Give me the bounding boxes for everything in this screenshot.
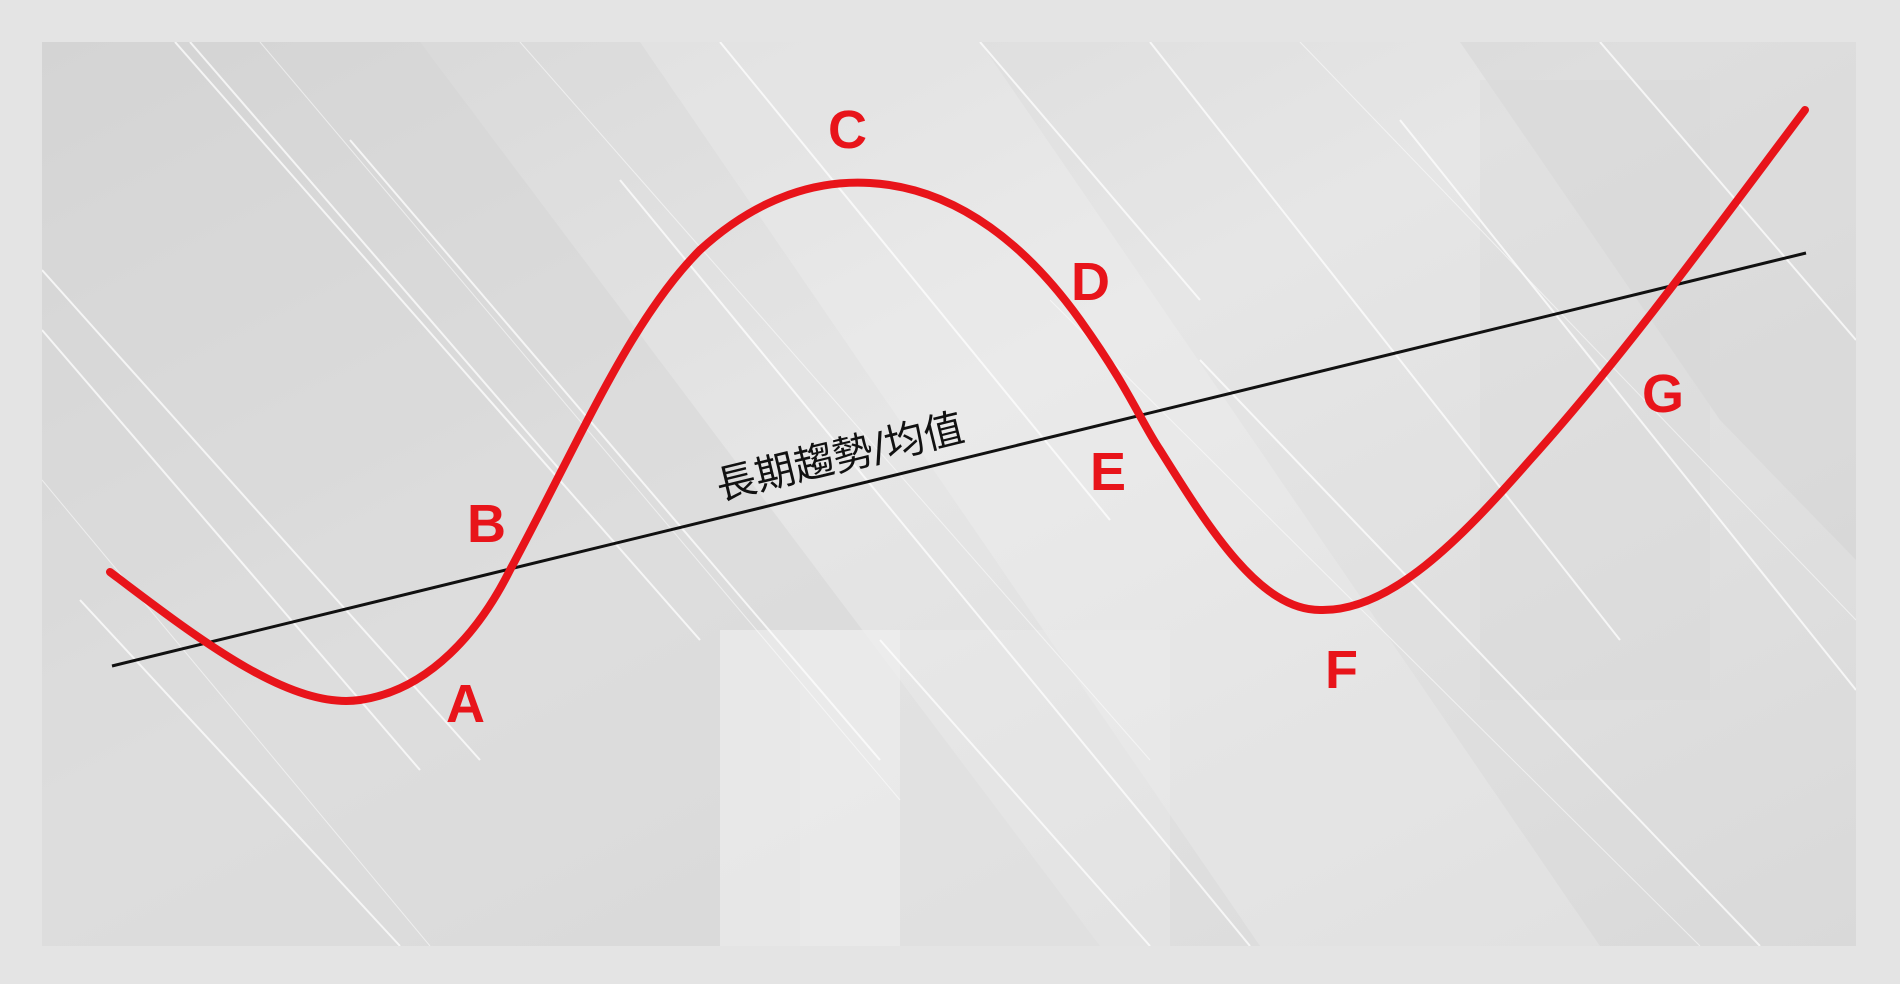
- point-label-c: C: [828, 100, 867, 160]
- point-label-g: G: [1642, 364, 1684, 424]
- point-label-e: E: [1090, 442, 1126, 502]
- point-label-a: A: [446, 674, 485, 734]
- point-label-d: D: [1071, 252, 1110, 312]
- cycle-diagram: 長期趨勢/均值 A B C D E F G: [0, 0, 1900, 984]
- diagram-stage: 長期趨勢/均值 A B C D E F G: [0, 0, 1900, 984]
- point-label-b: B: [467, 494, 506, 554]
- point-label-f: F: [1325, 640, 1358, 700]
